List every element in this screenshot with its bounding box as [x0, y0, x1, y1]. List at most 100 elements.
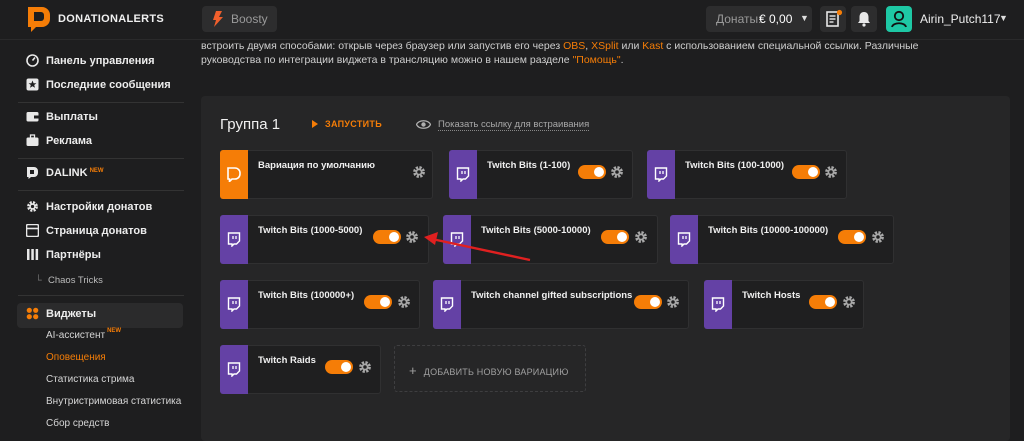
notifications-button[interactable]: [851, 6, 877, 32]
variation-enabled-toggle[interactable]: [601, 230, 629, 244]
boosty-label: Boosty: [231, 12, 268, 26]
toggle-knob: [650, 297, 660, 307]
card-color-stripe: [647, 150, 675, 199]
variation-card-hosts[interactable]: Twitch Hosts: [704, 280, 864, 329]
gear-icon[interactable]: [358, 360, 372, 374]
variation-card-bits-1000-5000[interactable]: Twitch Bits (1000-5000): [220, 215, 429, 264]
twitch-icon: [440, 297, 454, 312]
new-badge: NEW: [107, 328, 122, 334]
launch-button[interactable]: ЗАПУСТИТЬ: [312, 119, 382, 129]
avatar[interactable]: [886, 6, 912, 32]
new-badge: NEW: [89, 168, 104, 174]
divider: [18, 295, 184, 296]
kast-link[interactable]: Kast: [642, 40, 663, 52]
donationalerts-logo-icon[interactable]: [26, 5, 52, 34]
gear-icon[interactable]: [412, 165, 426, 179]
variation-enabled-toggle[interactable]: [373, 230, 401, 244]
help-link[interactable]: "Помощь": [573, 54, 621, 66]
wallet-icon: [26, 112, 39, 122]
variation-name: Twitch Bits (1-100): [487, 160, 571, 171]
sidebar-item-label: Партнёры: [46, 249, 101, 261]
intro-text-part: .: [620, 54, 624, 66]
divider: [18, 158, 184, 159]
intro-text: встроить двумя способами: открыв через б…: [201, 39, 961, 67]
card-color-stripe: [670, 215, 698, 264]
gear-icon[interactable]: [405, 230, 419, 244]
toggle-knob: [854, 232, 864, 242]
variation-enabled-toggle[interactable]: [809, 295, 837, 309]
partners-icon: [27, 249, 39, 260]
intro-text-part: или: [618, 40, 643, 52]
sidebar-subitem-chaos-tricks[interactable]: └ Chaos Tricks: [35, 275, 103, 286]
annotation-arrow-icon: [424, 232, 531, 262]
variation-enabled-toggle[interactable]: [634, 295, 662, 309]
toggle-knob: [341, 362, 351, 372]
sidebar-subitem-fundraising[interactable]: Сбор средств: [46, 418, 109, 429]
group-title[interactable]: Группа 1: [220, 116, 280, 133]
variation-card-raids[interactable]: Twitch Raids: [220, 345, 381, 394]
variation-card-bits-100000-plus[interactable]: Twitch Bits (100000+): [220, 280, 420, 329]
variation-enabled-toggle[interactable]: [364, 295, 392, 309]
gear-icon[interactable]: [824, 165, 838, 179]
sidebar-subitem-instream-stats[interactable]: Внутристримовая статистика: [46, 396, 181, 407]
eye-icon: [416, 120, 431, 129]
card-color-stripe: [433, 280, 461, 329]
dashboard-icon: [26, 54, 39, 67]
gear-icon: [27, 201, 38, 212]
donationalerts-icon: [227, 167, 241, 182]
card-color-stripe: [704, 280, 732, 329]
toggle-knob: [380, 297, 390, 307]
briefcase-icon: [26, 134, 39, 146]
gear-icon[interactable]: [397, 295, 411, 309]
variation-enabled-toggle[interactable]: [838, 230, 866, 244]
divider: [18, 102, 184, 103]
chevron-down-icon: ▼: [800, 13, 809, 23]
donates-label: Донаты:: [716, 12, 762, 26]
variation-name: Twitch Raids: [258, 355, 316, 366]
variation-card-default[interactable]: Вариация по умолчанию: [220, 150, 433, 199]
gear-icon[interactable]: [610, 165, 624, 179]
page-icon: [26, 224, 39, 237]
variation-name: Twitch Bits (10000-100000): [708, 225, 829, 236]
variation-name: Twitch Bits (100000+): [258, 290, 355, 301]
chevron-down-icon[interactable]: ▼: [999, 13, 1008, 23]
obs-link[interactable]: OBS: [563, 40, 585, 52]
variation-card-bits-10000-100000[interactable]: Twitch Bits (10000-100000): [670, 215, 894, 264]
sidebar-item-label: DALINK NEW: [46, 167, 104, 179]
twitch-icon: [456, 167, 470, 182]
donates-balance-dropdown[interactable]: Донаты: € 0,00 ▼: [706, 6, 812, 32]
variation-card-bits-100-1000[interactable]: Twitch Bits (100-1000): [647, 150, 847, 199]
news-icon: [826, 9, 843, 27]
user-icon: [891, 10, 907, 28]
variation-card-bits-1-100[interactable]: Twitch Bits (1-100): [449, 150, 633, 199]
gear-icon[interactable]: [634, 230, 648, 244]
gear-icon[interactable]: [666, 295, 680, 309]
sidebar-subitem-alerts[interactable]: Оповещения: [46, 352, 106, 363]
variation-enabled-toggle[interactable]: [792, 165, 820, 179]
sidebar-item-label: Настройки донатов: [46, 201, 153, 213]
sidebar-subitem-stream-stats[interactable]: Статистика стрима: [46, 374, 134, 385]
gear-icon[interactable]: [842, 295, 856, 309]
xsplit-link[interactable]: XSplit: [591, 40, 618, 52]
toggle-knob: [594, 167, 604, 177]
sidebar-subitem-ai-assistant[interactable]: AI-ассистент NEW: [46, 328, 122, 341]
tree-branch-icon: └: [35, 275, 42, 286]
star-icon: [26, 78, 39, 91]
brand-name[interactable]: DONATIONALERTS: [58, 13, 164, 25]
username[interactable]: Airin_Putch117: [920, 12, 1001, 26]
twitch-icon: [227, 297, 241, 312]
variation-card-gifted-subs[interactable]: Twitch channel gifted subscriptions: [433, 280, 689, 329]
toggle-knob: [808, 167, 818, 177]
gear-icon[interactable]: [871, 230, 885, 244]
twitch-icon: [677, 232, 691, 247]
news-button[interactable]: [820, 6, 846, 32]
twitch-icon: [227, 232, 241, 247]
donates-value: € 0,00: [759, 12, 793, 26]
twitch-icon: [654, 167, 668, 182]
variation-enabled-toggle[interactable]: [325, 360, 353, 374]
add-variation-label: + ДОБАВИТЬ НОВУЮ ВАРИАЦИЮ: [409, 363, 569, 378]
add-variation-button[interactable]: + ДОБАВИТЬ НОВУЮ ВАРИАЦИЮ: [394, 345, 586, 392]
variation-name: Twitch channel gifted subscriptions: [471, 290, 633, 301]
boosty-button[interactable]: Boosty: [202, 6, 277, 32]
variation-enabled-toggle[interactable]: [578, 165, 606, 179]
